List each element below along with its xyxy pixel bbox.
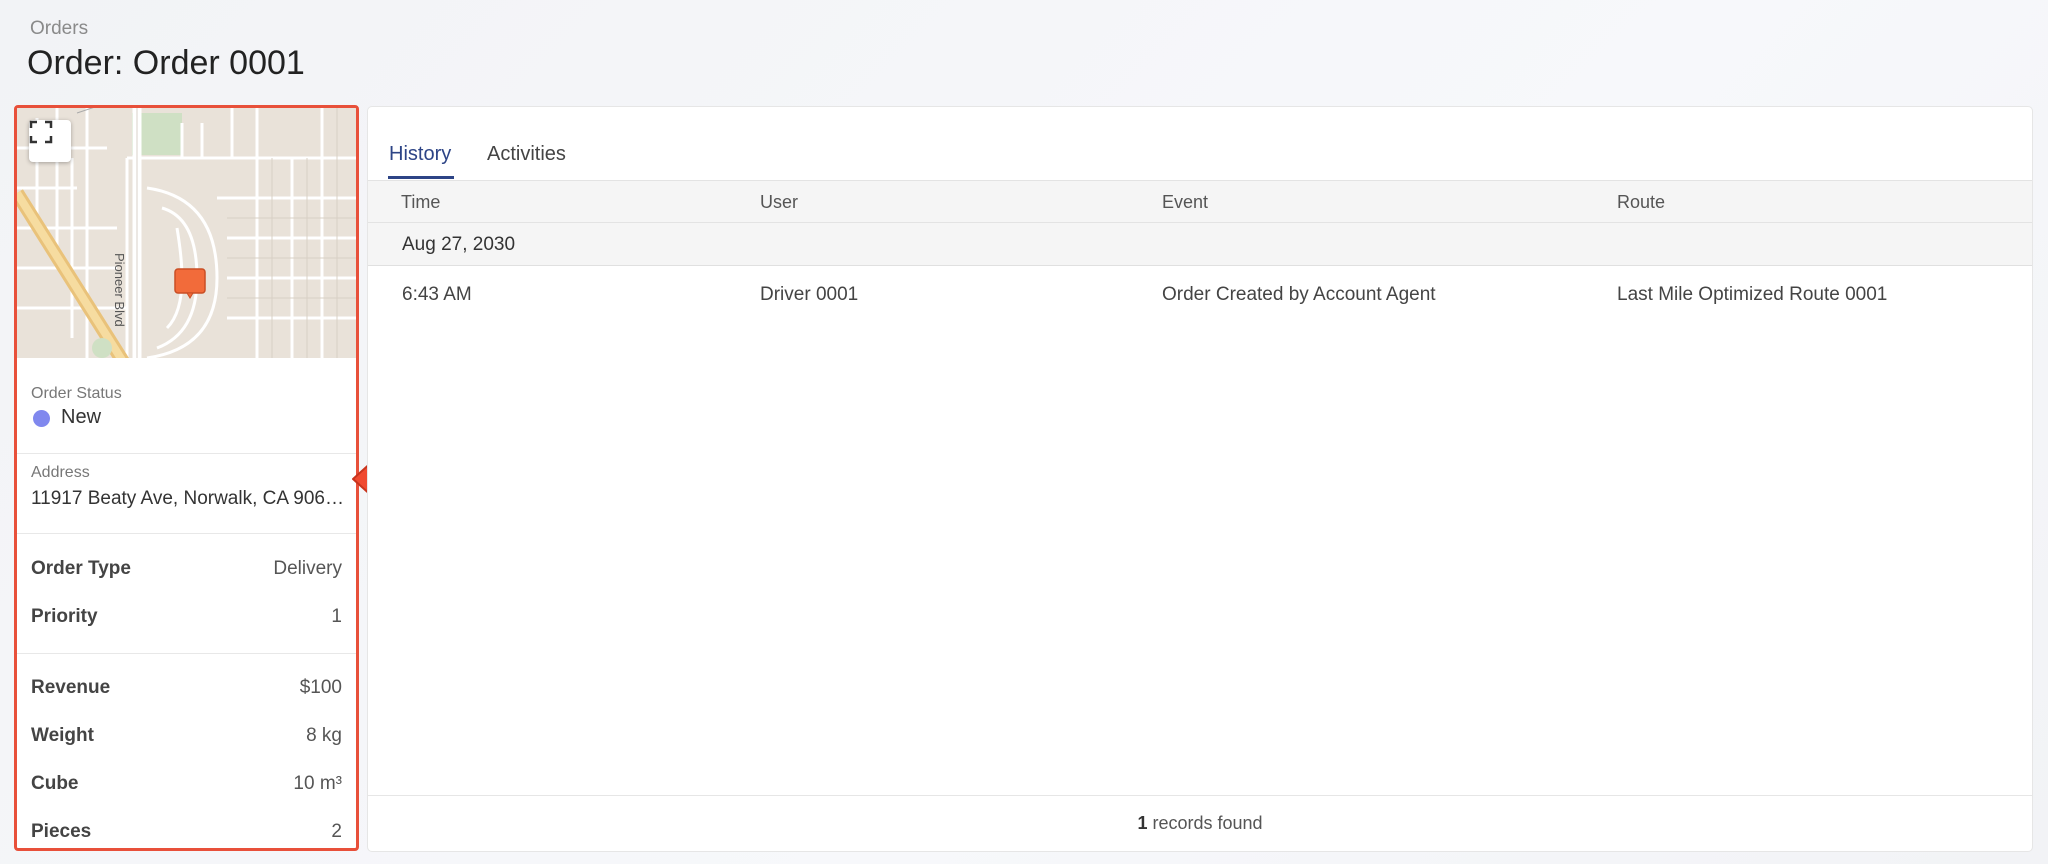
- weight-value: 8 kg: [306, 725, 342, 746]
- priority-label: Priority: [31, 606, 98, 627]
- column-header-event[interactable]: Event: [1162, 192, 1208, 213]
- divider: [17, 653, 356, 654]
- cube-value: 10 m³: [293, 773, 342, 794]
- divider: [17, 453, 356, 454]
- expand-map-button[interactable]: [29, 120, 71, 162]
- column-header-route[interactable]: Route: [1617, 192, 1665, 213]
- history-panel: History Activities Time User Event Route…: [368, 107, 2032, 851]
- cell-route: Last Mile Optimized Route 0001: [1617, 284, 1888, 305]
- weight-label: Weight: [31, 725, 94, 746]
- tab-history[interactable]: History: [389, 143, 451, 166]
- revenue-value: $100: [299, 677, 342, 698]
- records-count: 1: [1137, 813, 1148, 833]
- column-header-user[interactable]: User: [760, 192, 798, 213]
- table-footer: 1 records found: [368, 795, 2032, 851]
- records-found: 1 records found: [1137, 813, 1262, 833]
- breadcrumb[interactable]: Orders: [30, 18, 88, 40]
- group-date: Aug 27, 2030: [402, 234, 516, 255]
- order-type-label: Order Type: [31, 558, 131, 579]
- cell-user: Driver 0001: [760, 284, 859, 305]
- tab-activities[interactable]: Activities: [487, 143, 566, 166]
- records-suffix: records found: [1147, 813, 1263, 833]
- table-group-row: Aug 27, 2030: [368, 223, 2032, 266]
- order-type-value: Delivery: [273, 558, 342, 579]
- divider: [17, 533, 356, 534]
- page-title: Order: Order 0001: [27, 44, 305, 82]
- priority-value: 1: [331, 606, 342, 627]
- address-label: Address: [31, 464, 90, 481]
- pieces-value: 2: [331, 821, 342, 842]
- revenue-label: Revenue: [31, 677, 111, 698]
- address-value: 11917 Beaty Ave, Norwalk, CA 90650: [31, 488, 346, 509]
- table-row[interactable]: 6:43 AM Driver 0001 Order Created by Acc…: [368, 267, 2032, 327]
- cell-time: 6:43 AM: [402, 284, 472, 305]
- pieces-label: Pieces: [31, 821, 92, 842]
- order-status-value: New: [61, 406, 102, 428]
- cell-event: Order Created by Account Agent: [1162, 284, 1436, 305]
- cube-label: Cube: [31, 773, 79, 794]
- table-header: Time User Event Route: [368, 180, 2032, 223]
- map[interactable]: Pioneer Blvd: [17, 108, 356, 358]
- order-details-panel: Pioneer Blvd Order Status New Address 11…: [14, 105, 359, 851]
- order-status-label: Order Status: [31, 385, 122, 402]
- column-header-time[interactable]: Time: [401, 192, 440, 213]
- tab-active-indicator: [388, 176, 454, 179]
- status-dot: [33, 410, 50, 427]
- street-label: Pioneer Blvd: [112, 253, 127, 327]
